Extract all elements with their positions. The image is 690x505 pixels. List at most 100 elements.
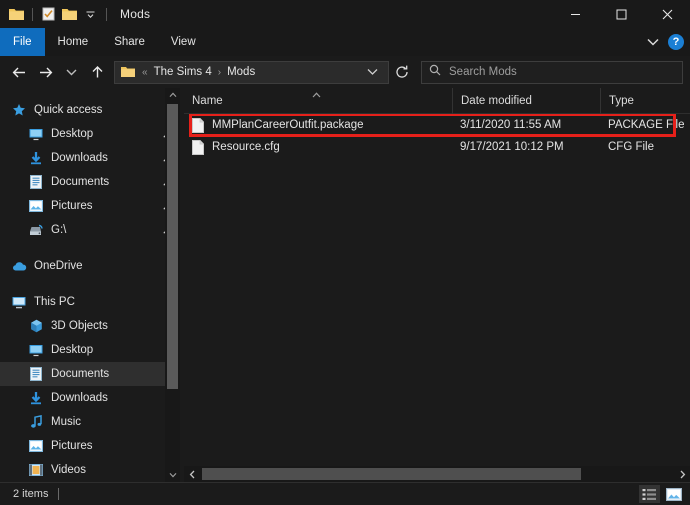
sidebar-item-drive-g[interactable]: G:\: [0, 218, 180, 242]
sidebar-item-this-pc[interactable]: This PC: [0, 290, 180, 314]
navigation-tree: Quick access Desktop Downloads Documents…: [0, 88, 180, 482]
sidebar-item-3d-objects[interactable]: 3D Objects: [0, 314, 180, 338]
details-view-icon[interactable]: [639, 485, 660, 503]
sidebar-item-label: Desktop: [51, 128, 94, 140]
up-button[interactable]: [85, 60, 109, 84]
forward-button[interactable]: [33, 60, 57, 84]
sidebar-item-downloads[interactable]: Downloads: [0, 386, 180, 410]
column-header-date-modified[interactable]: Date modified: [452, 87, 600, 114]
sidebar-item-label: Documents: [51, 176, 110, 188]
file-name-cell: MMPlanCareerOutfit.package: [184, 117, 452, 133]
sidebar-item-label: 3D Objects: [51, 320, 108, 332]
folder-icon: [121, 65, 135, 79]
sidebar-item-videos[interactable]: Videos: [0, 458, 180, 482]
divider: [32, 7, 33, 21]
sidebar-item-label: Pictures: [51, 200, 93, 212]
documents-icon: [28, 174, 44, 190]
folder-icon[interactable]: [8, 6, 25, 23]
file-name-label: Resource.cfg: [212, 141, 280, 153]
file-explorer-window: Mods File Home Share View ? « The Sims 4…: [0, 0, 690, 505]
maximize-button[interactable]: [598, 0, 644, 28]
sidebar-item-label: Music: [51, 416, 82, 428]
chevron-down-icon[interactable]: [82, 6, 99, 23]
breadcrumb[interactable]: « The Sims 4 › Mods: [114, 60, 389, 84]
file-list-pane: Name Date modified Type MMPlanCareerOutf…: [184, 87, 690, 482]
sidebar-item-desktop-quick[interactable]: Desktop: [0, 122, 180, 146]
column-headers: Name Date modified Type: [184, 87, 690, 114]
file-type-cell: CFG File: [608, 141, 654, 153]
sidebar-item-label: G:\: [51, 224, 67, 236]
sidebar-item-music[interactable]: Music: [0, 410, 180, 434]
scroll-right-button[interactable]: [674, 466, 690, 482]
chevron-down-icon[interactable]: [361, 63, 384, 81]
music-icon: [28, 414, 44, 430]
properties-icon[interactable]: [40, 6, 57, 23]
scroll-thumb[interactable]: [167, 104, 178, 390]
column-header-name[interactable]: Name: [184, 88, 452, 114]
desktop-icon: [28, 342, 44, 358]
large-icons-view-icon[interactable]: [663, 485, 684, 503]
recent-locations-button[interactable]: [59, 60, 83, 84]
sidebar-item-pictures-quick[interactable]: Pictures: [0, 194, 180, 218]
download-icon: [28, 390, 44, 406]
column-header-type[interactable]: Type: [600, 87, 690, 114]
sidebar-item-onedrive[interactable]: OneDrive: [0, 254, 180, 278]
new-folder-icon[interactable]: [61, 6, 78, 23]
sidebar-item-label: Desktop: [51, 344, 94, 356]
3d-objects-icon: [28, 318, 44, 334]
scroll-down-button[interactable]: [165, 468, 180, 482]
sidebar-item-pictures[interactable]: Pictures: [0, 434, 180, 458]
breadcrumb-separator[interactable]: ›: [216, 67, 223, 78]
table-row[interactable]: MMPlanCareerOutfit.package 3/11/2020 11:…: [184, 114, 690, 136]
drive-icon: [28, 222, 44, 238]
file-date-cell: 9/17/2021 10:12 PM: [460, 141, 564, 153]
sidebar-item-desktop[interactable]: Desktop: [0, 338, 180, 362]
pictures-icon: [28, 198, 44, 214]
refresh-button[interactable]: [391, 65, 413, 79]
explorer-body: Quick access Desktop Downloads Documents…: [0, 87, 690, 482]
scroll-track[interactable]: [200, 466, 674, 482]
sidebar-item-label: Videos: [51, 464, 86, 476]
table-row[interactable]: Resource.cfg 9/17/2021 10:12 PM CFG File: [184, 136, 690, 158]
horizontal-scrollbar[interactable]: [184, 466, 690, 482]
sidebar-scrollbar[interactable]: [165, 88, 180, 482]
help-button[interactable]: ?: [668, 34, 684, 50]
sidebar-item-label: Pictures: [51, 440, 93, 452]
sidebar-item-documents-quick[interactable]: Documents: [0, 170, 180, 194]
file-name-cell: Resource.cfg: [184, 139, 452, 155]
sidebar-item-downloads-quick[interactable]: Downloads: [0, 146, 180, 170]
tab-view[interactable]: View: [158, 28, 209, 56]
sidebar-item-quick-access[interactable]: Quick access: [0, 98, 180, 122]
breadcrumb-item-mods[interactable]: Mods: [223, 66, 259, 78]
search-input[interactable]: Search Mods: [421, 60, 683, 84]
file-icon: [192, 139, 205, 155]
scroll-up-button[interactable]: [165, 88, 180, 102]
cloud-icon: [11, 258, 27, 274]
quick-access-toolbar: Mods: [0, 6, 150, 23]
sidebar-item-documents[interactable]: Documents: [0, 362, 180, 386]
status-bar: 2 items: [0, 482, 690, 505]
breadcrumb-item-the-sims-4[interactable]: The Sims 4: [150, 66, 216, 78]
breadcrumb-overflow[interactable]: «: [140, 67, 150, 78]
tab-file[interactable]: File: [0, 28, 45, 56]
chevron-down-icon[interactable]: [647, 33, 659, 51]
sort-ascending-icon: [312, 90, 321, 100]
navigation-pane: Quick access Desktop Downloads Documents…: [0, 88, 180, 482]
close-button[interactable]: [644, 0, 690, 28]
sidebar-item-label: Downloads: [51, 152, 108, 164]
view-mode-buttons: [639, 485, 684, 503]
minimize-button[interactable]: [552, 0, 598, 28]
scroll-left-button[interactable]: [184, 466, 200, 482]
scroll-track[interactable]: [165, 102, 180, 468]
back-button[interactable]: [7, 60, 31, 84]
column-header-label: Name: [192, 94, 223, 107]
item-count-label: 2 items: [13, 488, 49, 500]
sidebar-item-label: Documents: [51, 368, 110, 380]
tab-share[interactable]: Share: [101, 28, 158, 56]
scroll-thumb[interactable]: [202, 468, 582, 480]
window-controls: [552, 0, 690, 28]
file-date-cell: 3/11/2020 11:55 AM: [460, 119, 562, 131]
tab-home[interactable]: Home: [45, 28, 102, 56]
file-rows: MMPlanCareerOutfit.package 3/11/2020 11:…: [184, 114, 690, 466]
